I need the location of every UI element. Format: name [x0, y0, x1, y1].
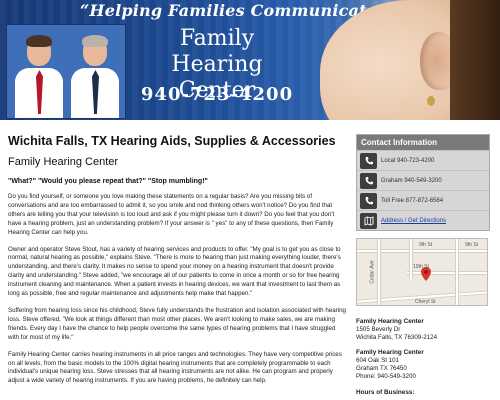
map-street-label: 9th St [465, 242, 479, 248]
header-banner: “Helping Families Communicate” Family He… [0, 0, 500, 120]
main-content: Wichita Falls, TX Hearing Aids, Supplies… [8, 134, 348, 386]
contact-local-label: Local 940-723-4200 [381, 157, 435, 164]
map-road [409, 239, 413, 279]
brand-line-1: Family Hearing [171, 26, 263, 77]
phone-icon [360, 152, 377, 169]
page-subtitle: Family Hearing Center [8, 156, 119, 168]
contact-tollfree-label: Toll Free 877-872-6584 [381, 197, 444, 204]
map-icon [360, 212, 377, 229]
location-street: 1505 Beverly Dr [356, 325, 401, 333]
paragraph-3: Suffering from hearing loss since his ch… [8, 306, 346, 341]
hours-title: Hours of Business: [356, 388, 415, 396]
intro-quote: "What?" "Would you please repeat that?" … [8, 178, 208, 185]
map-street-label: Cedar Ave [369, 260, 376, 284]
sidebar: Contact Information Local 940-723-4200 G… [356, 134, 490, 400]
staff-person-right [67, 30, 123, 118]
contact-local-phone[interactable]: Local 940-723-4200 [357, 150, 489, 170]
location-street: 604 Oak St 101 [356, 357, 399, 365]
paragraph-1: Do you find yourself, or someone you lov… [8, 193, 335, 236]
paragraph-4: Family Hearing Center carries hearing in… [8, 350, 342, 385]
location-name: Family Hearing Center [356, 318, 424, 325]
staff-photo [6, 24, 126, 119]
map-road [407, 271, 487, 275]
contact-box: Contact Information Local 940-723-4200 G… [356, 134, 490, 231]
ear-photo [300, 0, 500, 120]
phone-icon [360, 192, 377, 209]
location-map[interactable]: 9th St 9th St 10th St Cheryl St Cedar Av… [356, 238, 488, 306]
staff-person-left [11, 30, 67, 118]
map-street-label: Cheryl St [415, 299, 436, 305]
contact-graham-label: Graham 940-549-3200 [381, 177, 442, 184]
locations-list: Family Hearing Center 1505 Beverly Dr Wi… [356, 318, 490, 396]
location-city: Wichita Falls, TX 76309-2124 [356, 333, 438, 341]
map-pin-icon[interactable] [421, 267, 431, 281]
banner-phone: 940-723-4200 [140, 84, 294, 105]
paragraph-2: Owner and operator Steve Stout, has a va… [8, 245, 341, 298]
directions-link[interactable]: Address / Get Directions [381, 218, 446, 224]
page-title: Wichita Falls, TX Hearing Aids, Supplies… [8, 134, 336, 148]
location-city: Graham TX 76450 [356, 364, 407, 372]
location-phone: Phone: 940-549-3200 [356, 372, 416, 380]
contact-graham-phone[interactable]: Graham 940-549-3200 [357, 170, 489, 190]
map-street-label: 9th St [419, 242, 433, 248]
phone-icon [360, 172, 377, 189]
hours-section: Hours of Business: [356, 389, 490, 397]
contact-directions[interactable]: Address / Get Directions [357, 210, 489, 230]
contact-tollfree-phone[interactable]: Toll Free 877-872-6584 [357, 190, 489, 210]
map-road [455, 239, 459, 305]
location-graham: Family Hearing Center 604 Oak St 101 Gra… [356, 349, 490, 380]
location-wichita: Family Hearing Center 1505 Beverly Dr Wi… [356, 318, 490, 341]
contact-title: Contact Information [357, 135, 489, 150]
map-road [377, 239, 381, 305]
location-name: Family Hearing Center [356, 349, 424, 357]
